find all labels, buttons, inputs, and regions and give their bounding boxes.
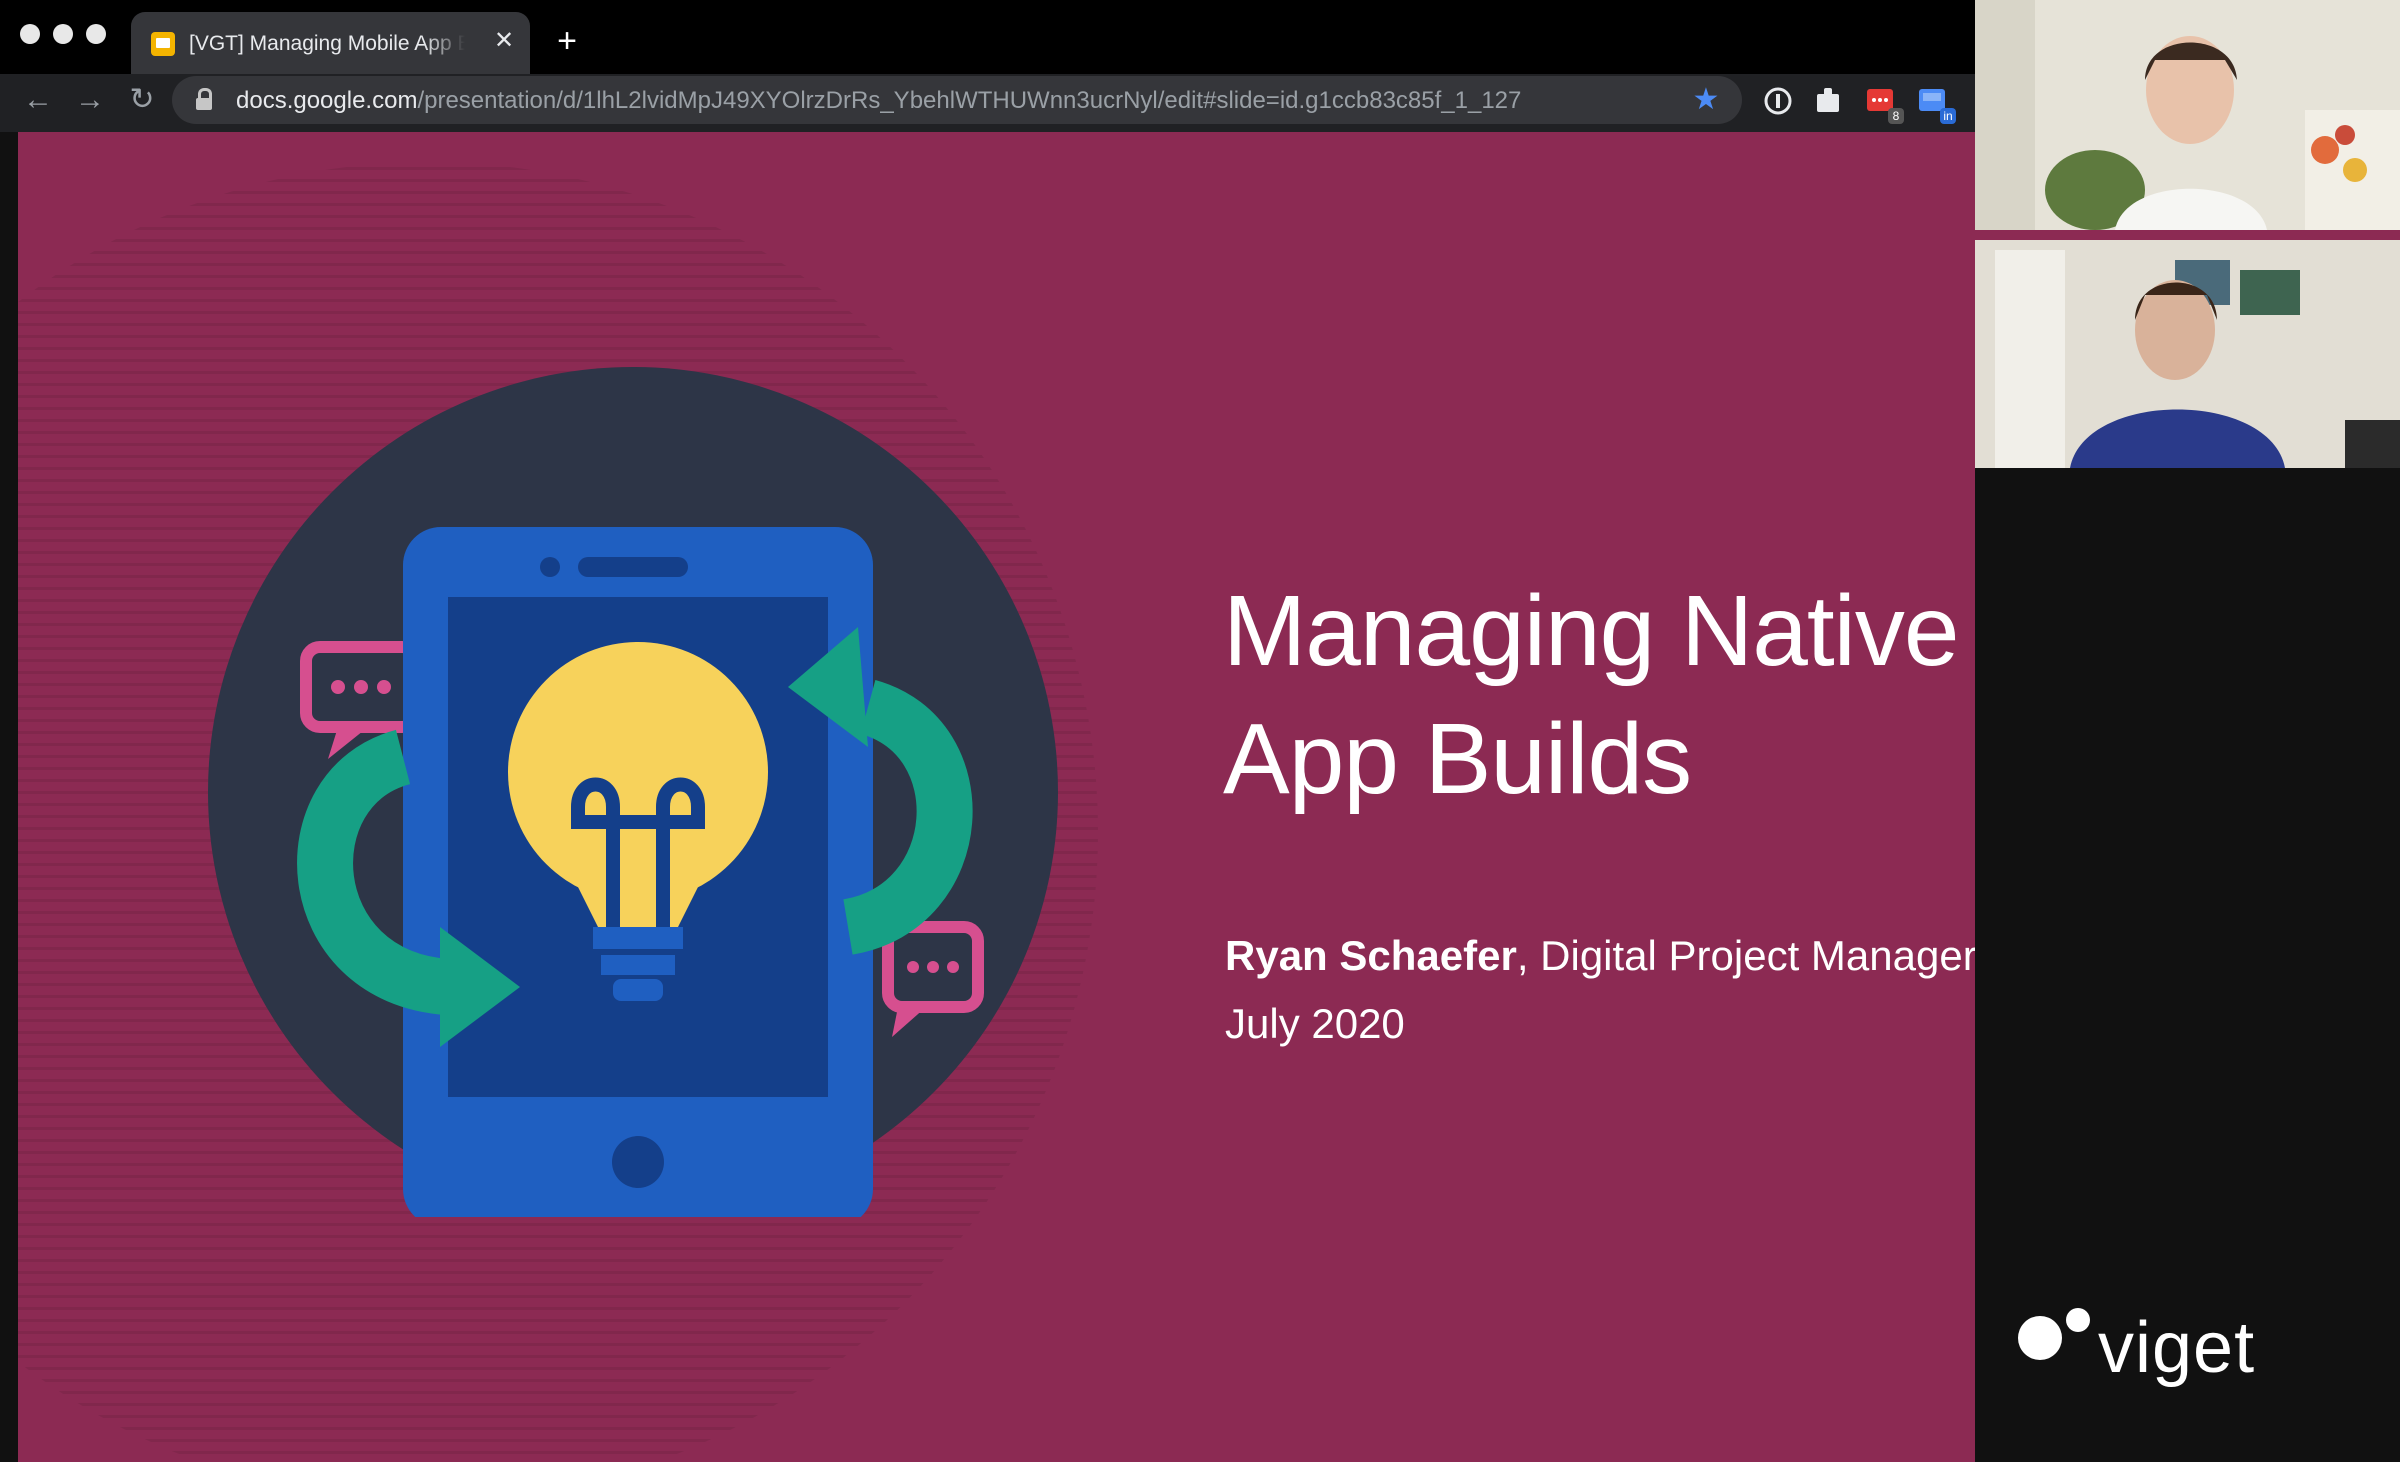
new-tab-button[interactable]: + [548, 22, 586, 60]
presenter-line: Ryan Schaefer, Digital Project Manager [1225, 922, 1975, 990]
minimize-window-button[interactable] [53, 24, 73, 44]
presenter-role: , Digital Project Manager [1516, 932, 1975, 979]
reload-button[interactable]: ↻ [122, 80, 162, 120]
close-window-button[interactable] [20, 24, 40, 44]
tab-title: [VGT] Managing Mobile App Builds [189, 32, 465, 55]
linkedin-badge: in [1940, 108, 1956, 124]
participant-2-image [1975, 240, 2400, 468]
lock-icon [196, 88, 212, 110]
presenter-name: Ryan Schaefer [1225, 932, 1517, 979]
url-path: /presentation/d/1lhL2lvidMpJ49XYOlrzDrRs… [417, 87, 1522, 114]
url-host: docs.google.com [236, 87, 418, 114]
maximize-window-button[interactable] [86, 24, 106, 44]
password-manager-icon[interactable] [1761, 84, 1795, 118]
todo-extension-icon[interactable]: 8 [1864, 84, 1904, 124]
presentation-date: July 2020 [1225, 1000, 1405, 1047]
participant-2-video[interactable] [1975, 240, 2400, 468]
slide-title-line-1: Managing Native [1223, 575, 1959, 687]
viget-logo-text: viget [2098, 1308, 2256, 1388]
slide-title-line-2: App Builds [1223, 703, 1692, 815]
url-text[interactable]: docs.google.com/presentation/d/1lhL2lvid… [236, 85, 1636, 117]
puzzle-icon[interactable] [1812, 84, 1846, 118]
slide-title: Managing Native App Builds [1223, 567, 1975, 823]
viget-logo-dots-icon [2018, 1308, 2090, 1360]
participant-1-video[interactable] [1975, 0, 2400, 230]
video-tile-divider [1975, 230, 2400, 240]
browser-chrome: [VGT] Managing Mobile App Builds ✕ + ← →… [0, 0, 1975, 132]
tab-strip: [VGT] Managing Mobile App Builds ✕ + [0, 0, 1975, 74]
linkedin-extension-icon[interactable]: in [1916, 84, 1956, 124]
viget-logo: viget [1998, 1298, 2280, 1398]
todo-badge: 8 [1888, 108, 1904, 124]
puzzle-glyph [1817, 88, 1839, 112]
tab-active[interactable]: [VGT] Managing Mobile App Builds ✕ [131, 12, 530, 74]
presentation-slide: Managing Native App Builds Ryan Schaefer… [18, 132, 1975, 1462]
forward-button[interactable]: → [70, 80, 110, 120]
address-bar[interactable]: docs.google.com/presentation/d/1lhL2lvid… [172, 76, 1742, 124]
back-button[interactable]: ← [18, 80, 58, 120]
app-idea-illustration [208, 367, 1058, 1217]
bookmark-star-icon[interactable]: ★ [1690, 84, 1722, 116]
tab-close-icon[interactable]: ✕ [489, 26, 519, 56]
participant-1-image [1975, 0, 2400, 230]
presenter-info: Ryan Schaefer, Digital Project Manager J… [1225, 922, 1975, 1058]
slides-favicon-icon [151, 32, 175, 56]
password-manager-glyph [1764, 87, 1792, 115]
